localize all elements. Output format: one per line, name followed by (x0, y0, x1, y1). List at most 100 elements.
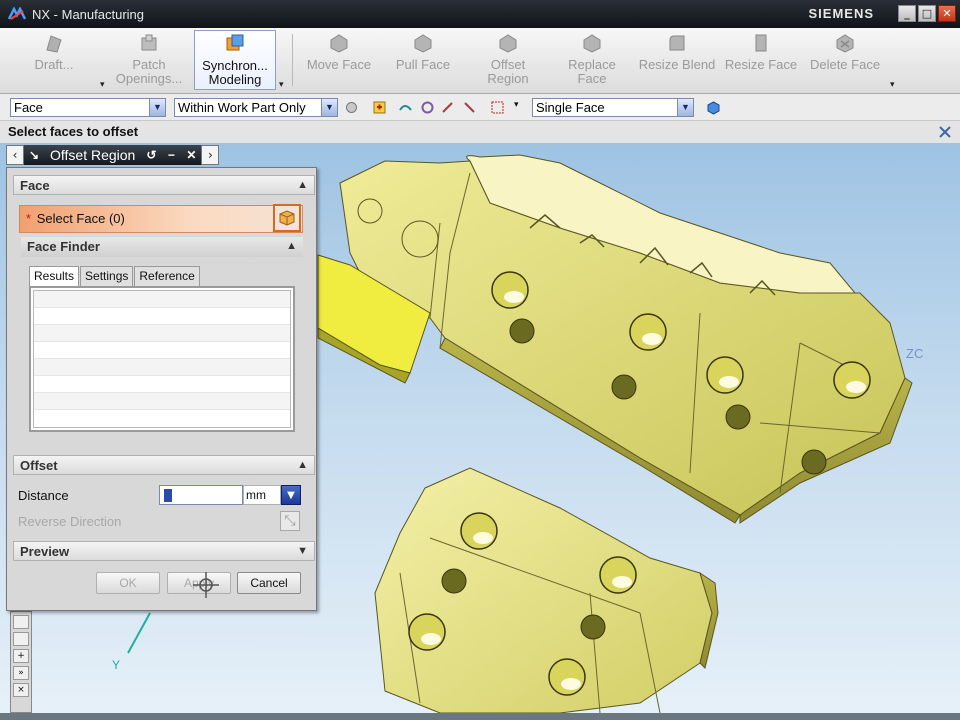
maximize-button[interactable]: □ (918, 5, 936, 22)
ok-button[interactable]: OK (96, 572, 160, 594)
face-group-title: Face (20, 178, 50, 193)
cue-line-icon (939, 126, 951, 138)
pin-icon[interactable]: ↘ (25, 147, 43, 163)
tab-reference[interactable]: Reference (134, 266, 200, 286)
resize-blend-button[interactable]: Resize Blend (636, 30, 718, 90)
type-filter-select[interactable]: Face ▼ (10, 98, 166, 117)
distance-input[interactable] (159, 485, 243, 505)
face-rule-value: Single Face (536, 100, 605, 115)
synchronous-modeling-icon (226, 34, 244, 51)
chevron-up-icon: ▲ (286, 240, 297, 252)
y-axis-label: Y (112, 658, 120, 672)
snap-point-icon[interactable] (420, 100, 435, 115)
distance-label: Distance (18, 488, 69, 503)
reset-icon[interactable]: ↺ (142, 147, 160, 163)
nx-logo-icon (6, 5, 28, 23)
required-marker: * (26, 211, 32, 226)
list-item (34, 359, 290, 376)
status-strip (0, 713, 960, 720)
close-button[interactable]: ✕ (938, 5, 956, 22)
dialog-title-strip: ‹ ↘ Offset Region ↺ − ✕ › (6, 144, 250, 166)
resize-face-button[interactable]: Resize Face (722, 30, 800, 90)
face-group-header[interactable]: Face ▲ (13, 175, 315, 195)
list-item (34, 376, 290, 393)
curve-rule-icon[interactable] (398, 100, 413, 115)
replace-face-button[interactable]: Replace Face (556, 30, 628, 90)
offset-region-button[interactable]: Offset Region (472, 30, 544, 90)
synchronous-modeling-button[interactable]: Synchron... Modeling (194, 30, 276, 90)
minimize-button[interactable]: _ (898, 5, 916, 22)
face-rule-select[interactable]: Single Face ▼ (532, 98, 694, 117)
tab-settings[interactable]: Settings (80, 266, 134, 286)
unit-value: mm (246, 488, 266, 502)
resource-roles-icon[interactable]: + (13, 649, 29, 663)
cube-filter-icon[interactable] (706, 100, 721, 115)
resize-blend-icon (669, 35, 685, 51)
pull-face-button[interactable]: Pull Face (386, 30, 460, 90)
delete-face-label: Delete Face (809, 57, 881, 72)
reverse-direction-button[interactable]: ⤡ (280, 511, 300, 531)
distance-value (164, 489, 172, 502)
replace-face-label: Replace Face (568, 57, 616, 86)
resource-bar: + » × (10, 611, 32, 713)
chevron-up-icon: ▲ (297, 179, 308, 191)
select-face-label: Select Face (0) (36, 211, 125, 226)
move-face-button[interactable]: Move Face (300, 30, 378, 90)
unit-select[interactable]: mm (243, 485, 281, 505)
rectangle-select-dropdown-icon[interactable]: ▾ (514, 100, 519, 110)
dialog-close-icon[interactable]: ✕ (182, 147, 200, 163)
list-item (34, 291, 290, 308)
patch-icon (141, 34, 157, 51)
selection-bar: Face ▼ Within Work Part Only ▼ ▾ Single … (0, 94, 960, 121)
resource-part-navigator-icon[interactable] (13, 615, 29, 629)
list-item (34, 325, 290, 342)
back-arrow-icon[interactable]: ‹ (6, 145, 24, 165)
offset-group-header[interactable]: Offset ▲ (13, 455, 315, 475)
preview-group-header[interactable]: Preview ▼ (13, 541, 315, 561)
forward-arrow-icon[interactable]: › (201, 145, 220, 165)
arrow-tool-icon-2[interactable] (462, 100, 477, 115)
delete-face-button[interactable]: Delete Face (806, 30, 884, 90)
dialog-titlebar[interactable]: ↘ Offset Region ↺ − ✕ (24, 145, 202, 165)
cue-line: Select faces to offset (0, 121, 960, 143)
synchronous-modeling-dropdown-icon[interactable]: ▾ (279, 80, 284, 90)
offset-region-dialog: Face ▲ * Select Face (0) Face Finder ▲ R… (6, 167, 317, 611)
pull-face-icon (414, 34, 432, 53)
selection-scope-select[interactable]: Within Work Part Only ▼ (174, 98, 338, 117)
select-face-button[interactable] (273, 204, 301, 232)
snap-settings-icon[interactable] (344, 100, 359, 115)
resource-history-icon[interactable] (13, 632, 29, 646)
cue-line-text: Select faces to offset (8, 124, 139, 139)
patch-openings-button[interactable]: Patch Openings... (108, 30, 190, 90)
move-cursor-icon (193, 572, 219, 598)
select-face-row[interactable]: * Select Face (0) (19, 205, 303, 233)
ribbon-overflow-icon[interactable]: ▾ (890, 80, 895, 90)
face-finder-header[interactable]: Face Finder ▲ (21, 237, 303, 257)
preview-group-title: Preview (20, 544, 70, 559)
zc-axis-label: ZC (906, 346, 923, 361)
chevron-down-icon: ▼ (149, 99, 165, 116)
reverse-direction-label: Reverse Direction (18, 514, 122, 529)
rectangle-select-icon[interactable] (490, 100, 505, 115)
ribbon-toolbar: Draft... ▾ Patch Openings... Synchron...… (0, 28, 960, 94)
cancel-button[interactable]: Cancel (237, 572, 301, 594)
select-all-icon[interactable] (372, 100, 387, 115)
face-finder-results-list[interactable] (29, 286, 295, 432)
arrow-tool-icon[interactable] (440, 100, 455, 115)
window-title: NX - Manufacturing (32, 6, 144, 22)
resize-face-label: Resize Face (724, 57, 798, 72)
delete-face-icon (836, 34, 854, 53)
draft-button[interactable]: Draft... (14, 30, 94, 90)
dialog-title: Offset Region (50, 147, 136, 163)
draft-dropdown-icon[interactable]: ▾ (100, 80, 105, 90)
pull-face-label: Pull Face (395, 57, 451, 72)
type-filter-value: Face (14, 100, 43, 115)
replace-face-icon (583, 34, 601, 53)
tab-results[interactable]: Results (29, 266, 80, 286)
resource-close-icon[interactable]: × (13, 683, 29, 697)
title-bar: NX - Manufacturing SIEMENS _ □ ✕ (0, 0, 960, 28)
collapse-icon[interactable]: − (162, 147, 180, 163)
ribbon-separator (292, 34, 293, 86)
resource-expand-icon[interactable]: » (13, 666, 29, 680)
unit-dropdown-icon[interactable]: ▼ (281, 485, 301, 505)
